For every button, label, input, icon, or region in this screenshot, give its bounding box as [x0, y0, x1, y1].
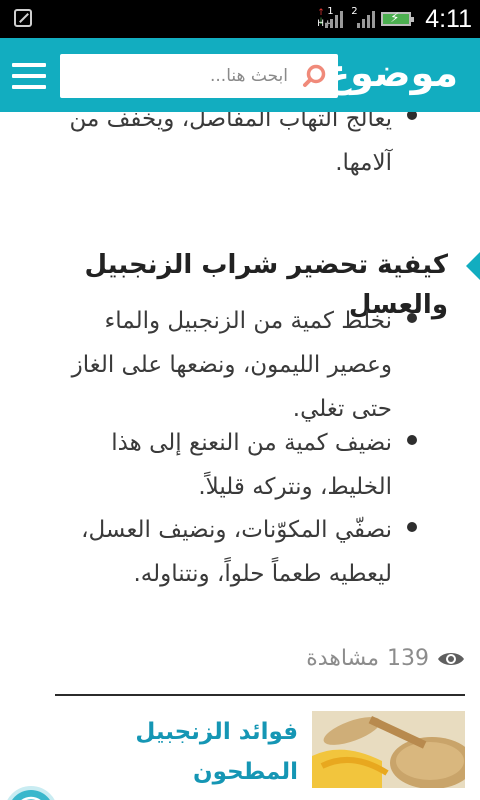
scroll-down-button[interactable] — [8, 790, 54, 800]
list-item-line: نصفّي المكوّنات، ونضيف العسل، — [81, 517, 392, 543]
bullet-dot — [407, 313, 417, 323]
status-bar: ↑↓ 1 H+ 2 ⚡ 4:11 — [0, 0, 480, 38]
bullet-dot — [407, 435, 417, 445]
eye-icon — [438, 652, 464, 665]
list-item-prev: يعالج التهاب المفاصل، ويخفف من آلامها. — [37, 112, 392, 185]
heading-marker-icon — [466, 252, 480, 280]
list-item-line: نخلط كمية من الزنجبيل والماء — [104, 308, 392, 334]
sim2-signal-icon: 2 — [349, 6, 376, 30]
search-input[interactable] — [60, 54, 296, 98]
list-item-line: نضيف كمية من النعنع إلى هذا — [111, 430, 392, 456]
status-clock: 4:11 — [425, 4, 472, 33]
sim1-signal-icon: ↑↓ 1 H+ — [317, 6, 344, 30]
related-article-title[interactable]: فوائد الزنجبيل المطحون مع العسل — [40, 712, 298, 800]
app-header: موضوع — [0, 38, 480, 112]
no-image-notification-icon — [14, 9, 32, 27]
list-item-line: ليعطيه طعماً حلواً، ونتناوله. — [133, 561, 392, 587]
status-icons: ↑↓ 1 H+ 2 ⚡ 4:11 — [317, 0, 472, 38]
search-box[interactable] — [60, 54, 338, 98]
menu-icon — [12, 63, 46, 67]
list-item-line: الخليط، ونتركه قليلاً. — [198, 474, 392, 500]
list-item-step-2: نضيف كمية من النعنع إلى هذا الخليط، ونتر… — [37, 421, 392, 509]
list-item-step-3: نصفّي المكوّنات، ونضيف العسل، ليعطيه طعم… — [37, 508, 392, 596]
divider — [55, 694, 465, 696]
bullet-dot — [407, 522, 417, 532]
list-item-line: آلامها. — [335, 150, 392, 176]
list-item-step-1: نخلط كمية من الزنجبيل والماء وعصير الليم… — [37, 299, 392, 431]
brand-logo[interactable]: موضوع — [324, 48, 458, 98]
views-label: مشاهدة — [306, 646, 379, 671]
views-count: 139 — [387, 646, 429, 671]
arrow-down-icon — [21, 796, 41, 800]
list-item-line: وعصير الليمون، ونضعها على الغاز — [71, 352, 392, 378]
battery-charging-icon: ⚡ — [381, 11, 415, 26]
list-item-line: يعالج التهاب المفاصل، ويخفف من — [69, 112, 392, 132]
related-title-line[interactable]: مع العسل — [40, 792, 298, 800]
bullet-dot — [407, 112, 417, 120]
related-title-line[interactable]: فوائد الزنجبيل المطحون — [40, 712, 298, 792]
article-content: يعالج التهاب المفاصل، ويخفف من آلامها. ك… — [0, 112, 480, 800]
related-article-thumbnail[interactable] — [312, 711, 465, 788]
menu-button[interactable] — [12, 63, 46, 89]
views-counter: 139 مشاهدة — [306, 646, 465, 671]
